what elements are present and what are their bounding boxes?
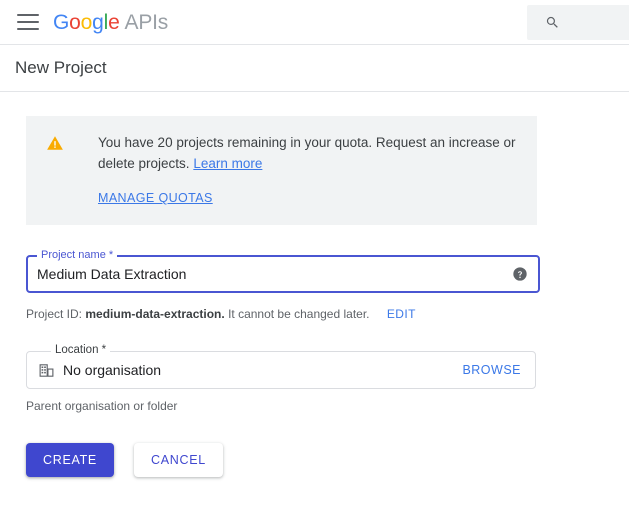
hamburger-line (17, 14, 39, 16)
manage-quotas-link[interactable]: MANAGE QUOTAS (98, 191, 213, 205)
logo-letter-o2: o (81, 11, 92, 34)
location-value[interactable]: No organisation (63, 362, 462, 378)
location-label: Location * (51, 344, 110, 356)
banner-message-text: You have 20 projects remaining in your q… (98, 135, 516, 171)
project-name-field[interactable]: Project name * Medium Data Extraction (26, 255, 540, 293)
project-id-helper: Project ID: medium-data-extraction. It c… (26, 307, 629, 321)
banner-message: You have 20 projects remaining in your q… (98, 132, 518, 174)
project-id-value: medium-data-extraction. (85, 307, 224, 321)
location-helper-text: Parent organisation or folder (26, 399, 629, 413)
logo-suffix-apis: APIs (125, 11, 169, 34)
google-apis-logo[interactable]: GoogleAPIs (53, 12, 168, 33)
create-button[interactable]: CREATE (26, 443, 114, 477)
location-field[interactable]: Location * No organisation BROWSE (26, 351, 536, 389)
project-name-input[interactable]: Medium Data Extraction (37, 266, 512, 282)
logo-letter-g: g (92, 11, 103, 34)
help-circle-icon[interactable] (512, 266, 528, 282)
project-id-prefix: Project ID: (26, 307, 85, 321)
edit-project-id-link[interactable]: EDIT (387, 307, 416, 321)
quota-warning-banner: You have 20 projects remaining in your q… (26, 116, 537, 225)
logo-letter-e: e (108, 11, 119, 34)
browse-button[interactable]: BROWSE (462, 363, 521, 377)
hamburger-line (17, 28, 39, 30)
learn-more-link[interactable]: Learn more (193, 156, 262, 171)
page-title-bar: New Project (0, 45, 629, 92)
cancel-button[interactable]: CANCEL (134, 443, 223, 477)
hamburger-menu-icon[interactable] (17, 14, 39, 30)
organization-building-icon (38, 362, 55, 379)
project-name-label: Project name * (37, 249, 117, 261)
page-title: New Project (15, 58, 107, 78)
logo-letter-G: G (53, 11, 69, 34)
search-input[interactable] (527, 5, 629, 40)
hamburger-line (17, 21, 39, 23)
banner-body: You have 20 projects remaining in your q… (98, 132, 519, 207)
form-actions: CREATE CANCEL (26, 443, 629, 477)
warning-triangle-icon (46, 134, 64, 152)
search-icon (545, 15, 560, 30)
top-app-bar: GoogleAPIs (0, 0, 629, 45)
page-content: You have 20 projects remaining in your q… (0, 116, 629, 477)
project-id-suffix: It cannot be changed later. (228, 307, 369, 321)
logo-letter-o1: o (69, 11, 80, 34)
